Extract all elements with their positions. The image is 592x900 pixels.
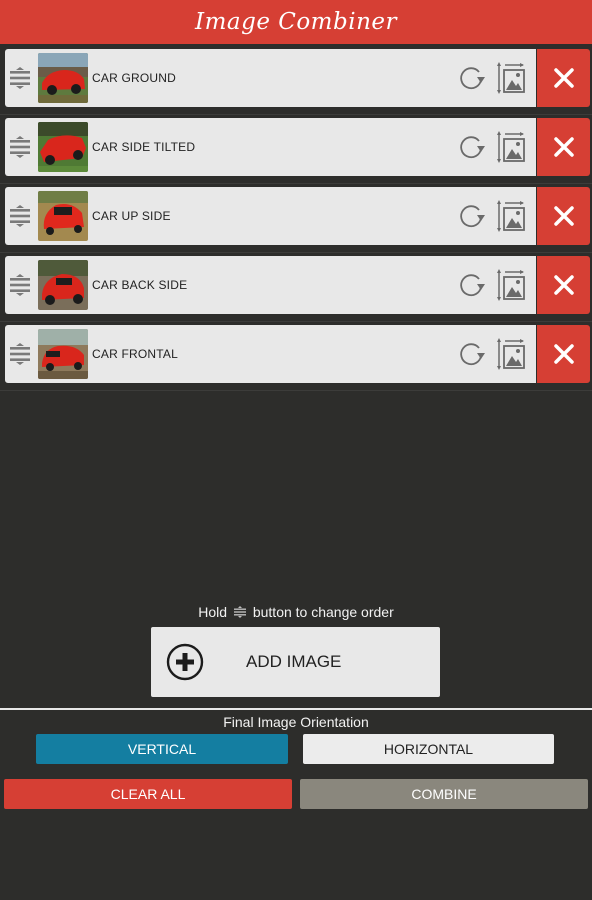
close-icon (553, 344, 574, 364)
image-label: CAR SIDE TILTED (92, 140, 196, 154)
section-divider (0, 708, 592, 710)
title-bar: Image Combiner (0, 0, 592, 44)
image-thumbnail (38, 53, 88, 103)
image-resize-icon[interactable] (497, 62, 525, 94)
list-item: CAR UP SIDE (0, 184, 592, 253)
rotate-icon[interactable] (457, 202, 485, 230)
close-icon (553, 137, 574, 157)
image-thumbnail (38, 122, 88, 172)
drag-handle-icon (233, 606, 246, 618)
reorder-hint: Hold button to change order (0, 604, 592, 620)
image-label: CAR FRONTAL (92, 347, 178, 361)
image-resize-icon[interactable] (497, 338, 525, 370)
list-item: CAR FRONTAL (0, 322, 592, 391)
rotate-icon[interactable] (457, 271, 485, 299)
image-card: CAR SIDE TILTED (5, 118, 536, 176)
image-thumbnail (38, 329, 88, 379)
close-icon (553, 68, 574, 88)
image-label: CAR BACK SIDE (92, 278, 188, 292)
horizontal-orientation-button[interactable]: HORIZONTAL (303, 734, 554, 764)
image-card: CAR GROUND (5, 49, 536, 107)
image-list: CAR GROUND CAR SIDE TILTED CAR UP SIDE C… (0, 46, 592, 391)
drag-handle-icon[interactable] (8, 205, 32, 227)
app-title: Image Combiner (194, 9, 397, 35)
image-resize-icon[interactable] (497, 200, 525, 232)
hint-suffix: button to change order (252, 604, 394, 620)
image-thumbnail (38, 260, 88, 310)
clear-all-button[interactable]: CLEAR ALL (4, 779, 292, 809)
image-resize-icon[interactable] (497, 131, 525, 163)
close-icon (553, 206, 574, 226)
image-label: CAR GROUND (92, 71, 177, 85)
list-item: CAR SIDE TILTED (0, 115, 592, 184)
combine-button[interactable]: COMBINE (300, 779, 588, 809)
image-resize-icon[interactable] (497, 269, 525, 301)
add-image-button[interactable]: ADD IMAGE (151, 627, 440, 697)
list-item: CAR BACK SIDE (0, 253, 592, 322)
plus-circle-icon (166, 643, 204, 681)
list-item: CAR GROUND (0, 46, 592, 115)
delete-button[interactable] (537, 256, 590, 314)
drag-handle-icon[interactable] (8, 274, 32, 296)
image-card: CAR BACK SIDE (5, 256, 536, 314)
image-card: CAR UP SIDE (5, 187, 536, 245)
delete-button[interactable] (537, 325, 590, 383)
drag-handle-icon[interactable] (8, 343, 32, 365)
vertical-orientation-button[interactable]: VERTICAL (36, 734, 288, 764)
drag-handle-icon[interactable] (8, 136, 32, 158)
rotate-icon[interactable] (457, 340, 485, 368)
orientation-label: Final Image Orientation (223, 714, 369, 730)
image-label: CAR UP SIDE (92, 209, 171, 223)
hint-prefix: Hold (198, 604, 228, 620)
delete-button[interactable] (537, 49, 590, 107)
rotate-icon[interactable] (457, 64, 485, 92)
delete-button[interactable] (537, 118, 590, 176)
add-image-label: ADD IMAGE (246, 652, 342, 671)
rotate-icon[interactable] (457, 133, 485, 161)
image-thumbnail (38, 191, 88, 241)
close-icon (553, 275, 574, 295)
image-card: CAR FRONTAL (5, 325, 536, 383)
drag-handle-icon[interactable] (8, 67, 32, 89)
delete-button[interactable] (537, 187, 590, 245)
